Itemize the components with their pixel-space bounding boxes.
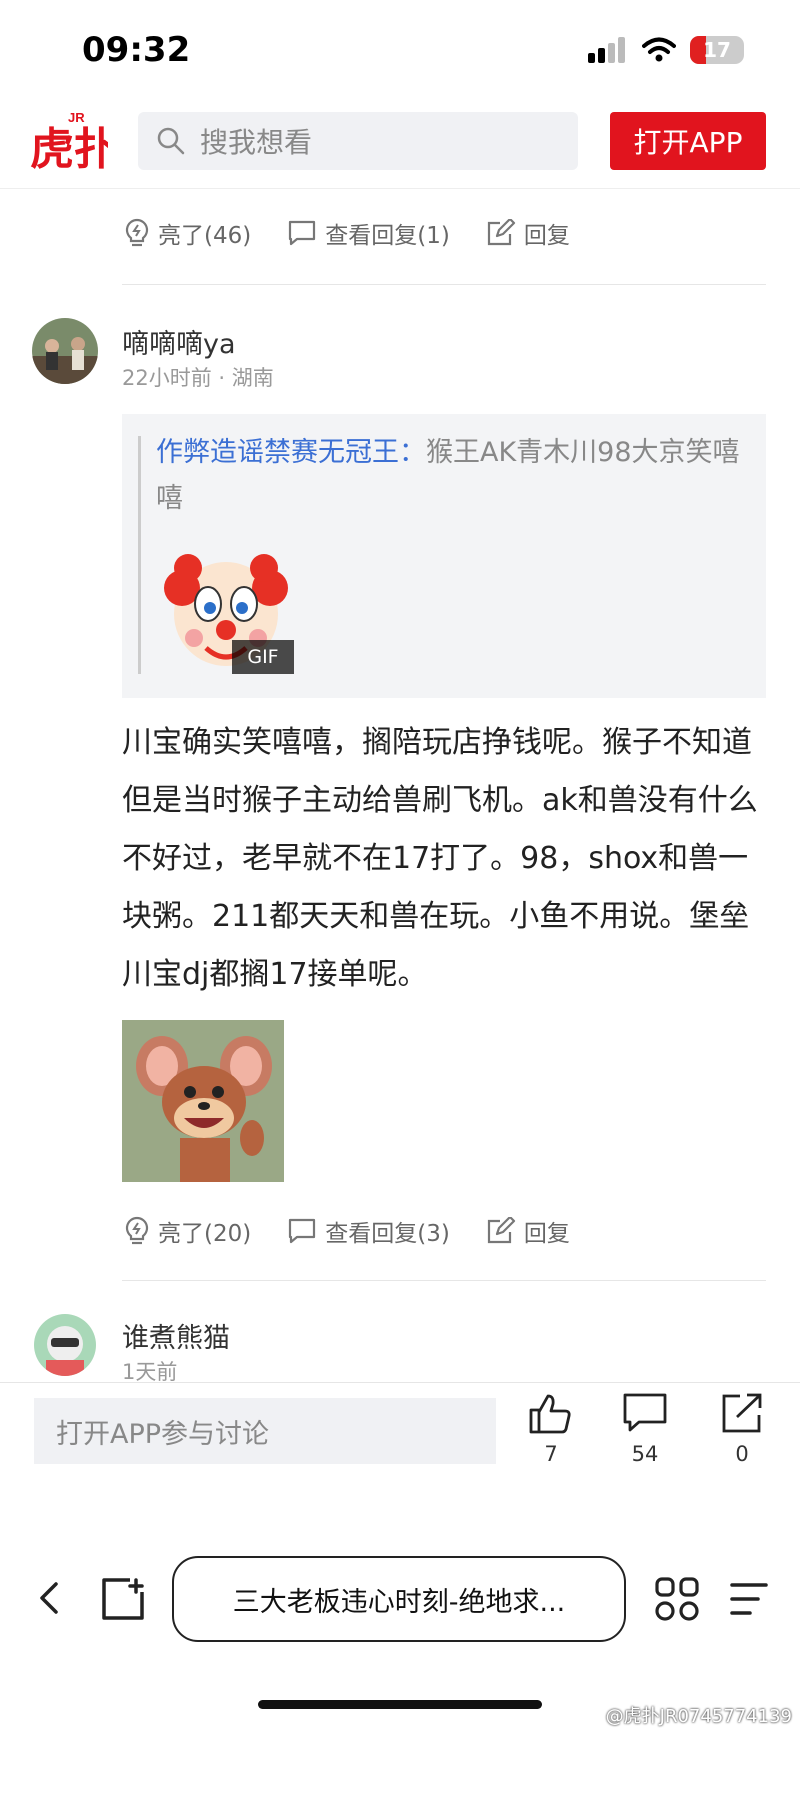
like-label: 亮了(20) (158, 1221, 252, 1247)
menu-icon[interactable] (728, 1580, 770, 1618)
comment-actions: 亮了(20) 查看回复(3) 回复 (124, 1214, 606, 1248)
comment-icon (289, 1218, 316, 1244)
reply-button[interactable]: 回复 (486, 1214, 570, 1248)
like-label: 亮了(46) (158, 223, 252, 249)
share-count: 0 (735, 1442, 749, 1466)
svg-text:JR: JR (68, 110, 85, 125)
comment-body: 川宝确实笑嘻嘻，搁陪玩店挣钱呢。猴子不知道但是当时猴子主动给兽刷飞机。ak和兽没… (122, 725, 758, 992)
signal-icon (588, 37, 625, 63)
search-input[interactable]: 搜我想看 (138, 112, 578, 170)
view-replies-button[interactable]: 查看回复(3) (287, 1214, 450, 1248)
like-button[interactable]: 亮了(46) (124, 216, 251, 250)
grid-icon[interactable] (654, 1576, 700, 1622)
view-replies-label: 查看回复(3) (325, 1221, 450, 1247)
share-button[interactable]: 0 (720, 1392, 764, 1466)
reply-button[interactable]: 回复 (486, 216, 570, 250)
reply-label: 回复 (523, 223, 570, 249)
comment-icon (289, 220, 316, 246)
thumbs-up-icon (529, 1394, 571, 1434)
svg-text:虎扑: 虎扑 (30, 124, 108, 170)
view-replies-label: 查看回复(1) (325, 223, 450, 249)
open-app-button[interactable]: 打开APP (610, 112, 766, 170)
back-icon[interactable] (36, 1580, 62, 1616)
watermark: @虎扑JR0745774139 (605, 1706, 792, 1727)
comment-meta: 22小时前 · 湖南 (122, 366, 274, 390)
edit-icon (487, 219, 515, 246)
comment-count: 54 (631, 1442, 659, 1466)
prev-comment-actions: 亮了(46) 查看回复(1) 回复 (124, 216, 606, 250)
search-icon (157, 127, 185, 155)
reply-label: 回复 (523, 1221, 570, 1247)
status-icons: 17 (588, 36, 744, 64)
comment-username[interactable]: 谁煮熊猫 (122, 1316, 230, 1355)
divider (122, 284, 766, 285)
tabs-overview-icon[interactable] (100, 1576, 146, 1622)
gif-badge: GIF (232, 640, 294, 674)
wifi-icon (642, 37, 676, 62)
hupu-logo[interactable]: JR 虎扑 (30, 108, 108, 170)
comment-username[interactable]: 嘀嘀嘀ya (122, 322, 236, 361)
quote-author[interactable]: 作弊造谣禁赛无冠王： (156, 437, 426, 468)
status-time: 09:32 (82, 30, 191, 70)
home-indicator[interactable] (258, 1700, 542, 1709)
quote-bar (138, 436, 141, 674)
avatar-cartoon (46, 1326, 84, 1376)
edit-icon (487, 1217, 515, 1244)
search-placeholder: 搜我想看 (200, 126, 313, 159)
lightbulb-icon (125, 1216, 149, 1245)
avatar[interactable] (34, 1314, 96, 1376)
battery-icon: 17 (690, 36, 744, 64)
like-count-button[interactable]: 7 (528, 1392, 574, 1466)
comment-count-button[interactable]: 54 (622, 1392, 668, 1466)
comment-icon (623, 1393, 667, 1432)
like-count: 7 (544, 1442, 558, 1466)
quote-text-block: 作弊造谣禁赛无冠王：猴王AK青木川98大京笑嘻嘻 (156, 430, 756, 522)
discuss-input[interactable]: 打开APP参与讨论 (34, 1398, 496, 1464)
avatar[interactable] (32, 318, 98, 384)
share-icon (722, 1393, 762, 1433)
view-replies-button[interactable]: 查看回复(1) (287, 216, 450, 250)
lightbulb-icon (125, 218, 149, 247)
jerry-mouse-image[interactable] (122, 1020, 284, 1182)
like-button[interactable]: 亮了(20) (124, 1214, 251, 1248)
divider (122, 1280, 766, 1281)
avatar-photo (32, 318, 98, 384)
current-tab-title[interactable]: 三大老板违心时刻-绝地求... (172, 1556, 626, 1642)
battery-level: 17 (703, 38, 731, 62)
